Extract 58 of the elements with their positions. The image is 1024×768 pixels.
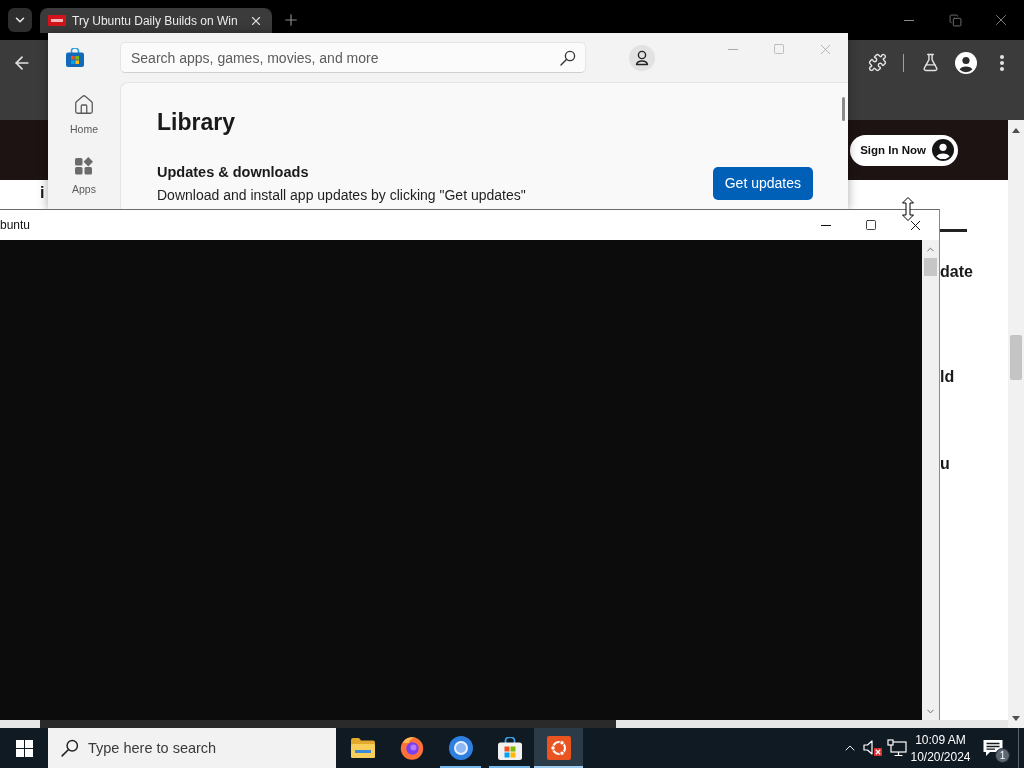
- restore-icon: [948, 13, 962, 27]
- clock-date: 10/20/2024: [910, 749, 971, 764]
- muted-speaker-icon: [863, 739, 883, 757]
- page-text: i: [40, 184, 45, 201]
- scrollbar-thumb[interactable]: [924, 258, 937, 276]
- network-monitor-icon: [887, 739, 907, 757]
- shopping-bag-icon: [497, 736, 522, 760]
- search-field[interactable]: Search apps, games, movies, and more: [120, 42, 586, 73]
- search-icon: [61, 739, 79, 757]
- search-icon: [560, 49, 576, 66]
- store-bag-icon: [66, 48, 84, 67]
- get-updates-button[interactable]: Get updates: [712, 166, 813, 200]
- notification-icon: [983, 738, 1003, 758]
- section-title: Updates & downloads: [157, 163, 310, 182]
- minimize-icon: [820, 224, 831, 226]
- clock-time: 10:09 AM: [915, 732, 966, 747]
- flame-globe-icon: [399, 736, 424, 760]
- puzzle-icon: [867, 53, 887, 72]
- terminal-scrollbar[interactable]: [922, 240, 939, 720]
- page-heading: date: [940, 263, 973, 281]
- tab-title: Try Ubuntu Daily Builds on Win: [72, 13, 239, 28]
- windows-logo-icon: [15, 739, 33, 757]
- user-circle-icon: [932, 139, 954, 161]
- scrollbar-thumb[interactable]: [40, 720, 616, 728]
- taskbar-app-button[interactable]: [534, 728, 583, 768]
- maximize-icon: [773, 43, 785, 55]
- minimize-icon: [728, 48, 738, 50]
- tab-list-button[interactable]: [8, 8, 32, 32]
- page-scrollbar[interactable]: [1008, 120, 1024, 728]
- page-heading: u: [940, 455, 950, 473]
- horizontal-scrollbar[interactable]: [0, 720, 1008, 728]
- nav-item[interactable]: Apps: [52, 148, 116, 204]
- avatar-icon[interactable]: [629, 44, 655, 71]
- sign-in-button[interactable]: Sign In Now: [850, 134, 958, 166]
- minimize-icon: [904, 19, 914, 21]
- clock[interactable]: 10:09 AM 10/20/2024: [909, 728, 972, 768]
- ring-icon: [448, 736, 473, 760]
- notification-count: 1: [995, 748, 1010, 763]
- scrollbar-thumb[interactable]: [1010, 335, 1022, 380]
- folder-icon: [350, 738, 375, 758]
- circle-of-friends-icon: [546, 736, 571, 760]
- nav-item[interactable]: Home: [52, 86, 116, 142]
- profile-icon: [955, 51, 977, 74]
- scroll-down-icon: [1012, 715, 1020, 721]
- window-title: buntu: [0, 218, 31, 232]
- plus-icon: [282, 11, 300, 29]
- scroll-up-icon: [1012, 127, 1020, 133]
- taskbar-search-field[interactable]: Type here to search: [48, 728, 336, 768]
- page-title: Library: [157, 108, 236, 137]
- menu-icon: [1000, 54, 1004, 71]
- favicon-icon: [48, 15, 66, 26]
- section-description: Download and install app updates by clicking "Get updates": [157, 186, 526, 204]
- maximize-icon: [864, 219, 877, 231]
- home-icon: [73, 94, 95, 116]
- apps-icon: [74, 156, 94, 176]
- notifications-button[interactable]: 1: [972, 728, 1014, 768]
- page-heading: ld: [940, 368, 955, 386]
- browser-tab[interactable]: Try Ubuntu Daily Builds on Win: [40, 8, 272, 33]
